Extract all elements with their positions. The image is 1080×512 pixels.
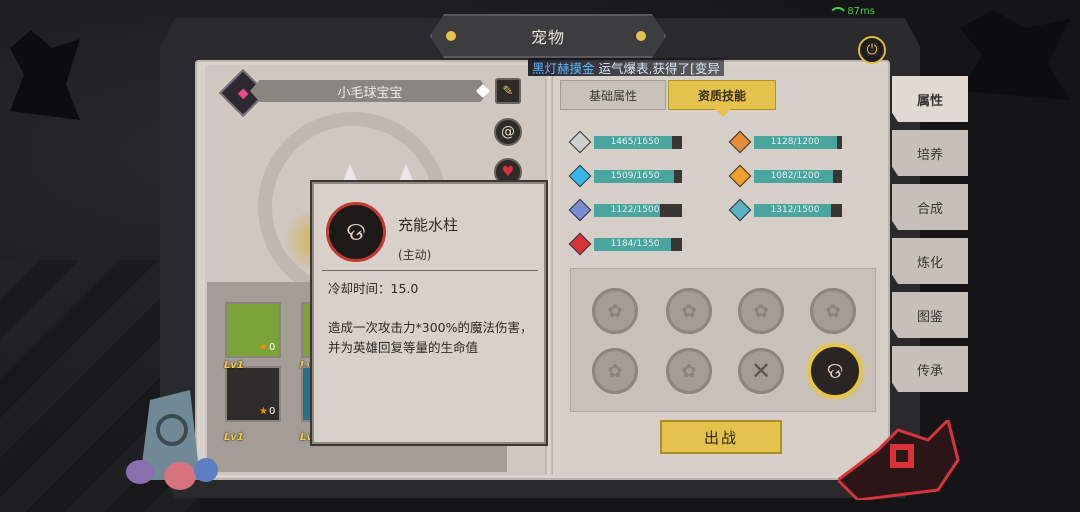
nav-refine[interactable]: 炼化 [892,238,968,284]
stat-bar: 1082/1200 [754,169,842,183]
nav-merge[interactable]: 合成 [892,184,968,230]
water-pillar-icon: ଡ [326,202,386,262]
active-skill-slot[interactable]: ଡ [808,344,862,398]
paw-icon: ✿ [607,360,623,382]
stat-bar: 1128/1200 [754,135,842,149]
nav-cultivate[interactable]: 培养 [892,130,968,176]
broadcast-player: 黑灯赫摸金 [532,61,595,76]
nav-inherit[interactable]: 传承 [892,346,968,392]
empty-skill-slot[interactable]: ✿ [666,348,712,394]
stat-row: 1509/1650 [568,164,682,188]
empty-skill-slot[interactable]: ✿ [738,288,784,334]
skill-cooldown: 冷却时间：15.0 [328,281,419,296]
stat-value: 1122/1500 [610,204,660,215]
water-pillar-icon: ଡ [826,358,844,384]
pet-level: Lv1 [224,360,244,371]
stat-bar: 1465/1650 [594,135,682,149]
stat-row: 1465/1650 [568,130,682,154]
pet-stars: 0 [269,406,276,417]
skill-tooltip: ଡ 充能水柱 (主动) 冷却时间：15.0 造成一次攻击力*300%的魔法伤害，… [312,182,546,444]
deploy-button[interactable]: 出战 [660,420,782,454]
exit-icon: ⏻ [866,42,878,58]
pet-slot[interactable]: ★ 0 [225,302,281,358]
star-icon: ★ [259,342,268,353]
broadcast-bar: 黑灯赫摸金 运气爆表,获得了[变异 [528,58,724,76]
heart-icon: ♥ [501,164,515,180]
title-dot-icon [446,31,456,41]
empty-skill-slot[interactable]: ✿ [810,288,856,334]
stat-row: 1312/1500 [728,198,842,222]
stat-bar: 1184/1350 [594,237,682,251]
close-icon: ✕ [750,357,772,385]
exit-button[interactable]: ⏻ [858,36,886,64]
skill-name: 充能水柱 [398,216,459,234]
wifi-icon [829,7,843,17]
stat-row: 1122/1500 [568,198,682,222]
stat-row: 1128/1200 [728,130,842,154]
paw-icon: ✿ [607,300,623,322]
divider [322,270,538,271]
stone-eggs-decoration [126,390,218,490]
stat-value: 1312/1500 [770,204,820,215]
broadcast-message: 运气爆表,获得了[变异 [598,61,720,76]
stat-bar: 1312/1500 [754,203,842,217]
page-title: 宠物 [430,14,666,58]
paw-icon: ✿ [681,300,697,322]
tab-basic-attributes[interactable]: 基础属性 [560,80,666,110]
stat-row: 1082/1200 [728,164,842,188]
locked-skill-slot[interactable]: ✕ [738,348,784,394]
stat-bar: 1509/1650 [594,169,682,183]
star-icon: ★ [259,406,268,417]
title-dot-icon [636,31,646,41]
paw-icon: ✿ [681,360,697,382]
nav-attributes[interactable]: 属性 [892,76,968,122]
red-demon-decoration [838,420,960,500]
rename-button[interactable]: ✎ [495,78,521,104]
skill-type: (主动) [398,248,432,262]
skill-swirl-button[interactable]: @ [494,118,522,146]
stat-value: 1465/1650 [610,136,660,147]
empty-skill-slot[interactable]: ✿ [592,348,638,394]
paw-icon: ✿ [825,300,841,322]
tab-talent-skills[interactable]: 资质技能 [668,80,776,117]
paw-icon: ✿ [753,300,769,322]
skill-description: 造成一次攻击力*300%的魔法伤害，并为英雄回复等量的生命值 [328,320,533,355]
empty-skill-slot[interactable]: ✿ [666,288,712,334]
stat-value: 1509/1650 [610,170,660,181]
nav-codex[interactable]: 图鉴 [892,292,968,338]
pet-name: 小毛球宝宝 [250,80,490,102]
latency-text: 87ms [847,6,875,17]
quill-icon: ✎ [502,83,514,99]
network-status: 87ms [829,6,875,17]
stat-bar: 1122/1500 [594,203,682,217]
pet-slot[interactable]: ★ 0 [225,366,281,422]
book-spine [545,65,553,475]
swirl-icon: @ [501,124,515,140]
stat-value: 1128/1200 [770,136,820,147]
pet-stars: 0 [269,342,276,353]
stat-value: 1082/1200 [770,170,820,181]
empty-skill-slot[interactable]: ✿ [592,288,638,334]
stat-row: 1184/1350 [568,232,682,256]
stat-value: 1184/1350 [610,238,660,249]
